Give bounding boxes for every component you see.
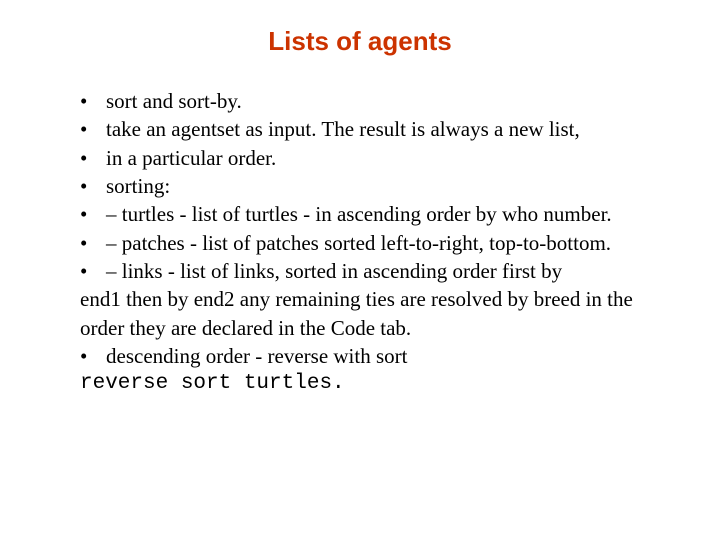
slide: Lists of agents sort and sort-by. take a… (0, 0, 720, 540)
slide-title: Lists of agents (50, 26, 670, 57)
list-item: – turtles - list of turtles - in ascendi… (80, 200, 660, 228)
list-item: – links - list of links, sorted in ascen… (80, 257, 660, 342)
list-item-text: – links - list of links, sorted in ascen… (106, 259, 562, 283)
list-item: take an agentset as input. The result is… (80, 115, 660, 143)
list-item: sorting: (80, 172, 660, 200)
list-item-continuation: end1 then by end2 any remaining ties are… (80, 285, 660, 342)
list-item: sort and sort-by. (80, 87, 660, 115)
list-item-text: descending order - reverse with sort (106, 344, 407, 368)
list-item: descending order - reverse with sort rev… (80, 342, 660, 399)
code-text: reverse sort turtles. (80, 370, 660, 398)
bullet-list: sort and sort-by. take an agentset as in… (50, 87, 670, 399)
list-item: in a particular order. (80, 144, 660, 172)
list-item: – patches - list of patches sorted left-… (80, 229, 660, 257)
